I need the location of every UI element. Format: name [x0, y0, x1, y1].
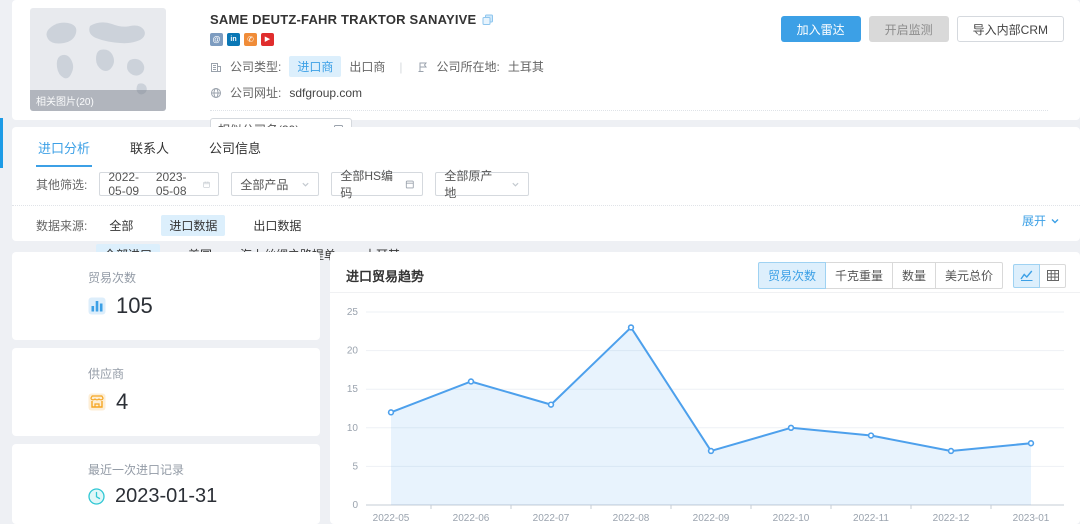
expand-label: 展开 [1022, 212, 1046, 229]
analysis-card: 进口分析 联系人 公司信息 其他筛选: 2022-05-09 2023-05-0… [12, 127, 1080, 241]
source-option-import[interactable]: 进口数据 [161, 215, 225, 236]
location-label: 公司所在地: [437, 58, 500, 75]
trend-chart-card: 进口贸易趋势 贸易次数 千克重量 数量 美元总价 0 5 10 15 20 25 2022-… [330, 252, 1080, 524]
dotted-divider [12, 205, 1080, 206]
window-icon [405, 179, 415, 190]
line-chart-icon [1020, 270, 1033, 281]
stat-value: 2023-01-31 [115, 485, 217, 508]
product-select[interactable]: 全部产品 [231, 172, 319, 196]
metric-trade-count-button[interactable]: 贸易次数 [758, 262, 826, 289]
calendar-icon [203, 179, 210, 190]
svg-text:2022-10: 2022-10 [773, 513, 810, 524]
svg-text:15: 15 [347, 384, 359, 395]
origin-select[interactable]: 全部原产地 [435, 172, 529, 196]
flag-icon [417, 61, 429, 73]
chevron-down-icon [1050, 216, 1060, 226]
shop-icon [88, 393, 106, 411]
metric-weight-button[interactable]: 千克重量 [825, 262, 893, 289]
table-icon [1047, 270, 1059, 281]
chevron-down-icon [301, 180, 310, 189]
stat-value: 105 [116, 293, 153, 319]
svg-text:2022-11: 2022-11 [853, 513, 889, 524]
chevron-down-icon [511, 180, 520, 189]
filter-row: 其他筛选: 2022-05-09 2023-05-08 全部产品 全部HS编码 … [12, 172, 1080, 196]
stat-card-last-import: 最近一次进口记录 2023-01-31 [12, 444, 320, 524]
type-importer-tag[interactable]: 进口商 [289, 56, 341, 77]
hs-code-select[interactable]: 全部HS编码 [331, 172, 423, 196]
tab-contacts[interactable]: 联系人 [128, 127, 171, 167]
svg-text:2022-05: 2022-05 [373, 513, 410, 524]
website-label: 公司网址: [230, 84, 281, 101]
data-source-row: 数据来源: 全部 进口数据 出口数据 [12, 215, 1080, 236]
company-name: SAME DEUTZ-FAHR TRAKTOR SANAYIVE [210, 12, 476, 27]
type-exporter-tag[interactable]: 出口商 [349, 58, 385, 75]
svg-text:2022-12: 2022-12 [933, 513, 970, 524]
origin-select-value: 全部原产地 [444, 167, 503, 201]
svg-text:2023-01: 2023-01 [1013, 513, 1050, 524]
stat-label: 贸易次数 [88, 269, 320, 286]
data-source-label: 数据来源: [36, 217, 87, 234]
svg-text:10: 10 [347, 423, 359, 434]
date-start: 2022-05-09 [108, 170, 147, 198]
tab-bar: 进口分析 联系人 公司信息 [12, 127, 1080, 167]
metric-usd-total-button[interactable]: 美元总价 [935, 262, 1003, 289]
metric-button-group: 贸易次数 千克重量 数量 美元总价 [758, 262, 1003, 289]
page: 相关图片(20) SAME DEUTZ-FAHR TRAKTOR SANAYIV… [0, 0, 1080, 524]
linkedin-icon[interactable]: in [227, 33, 240, 46]
expand-toggle[interactable]: 展开 [1022, 212, 1060, 229]
header-actions: 加入雷达 开启监测 导入内部CRM [781, 16, 1064, 42]
svg-text:0: 0 [352, 500, 358, 511]
start-monitor-button[interactable]: 开启监测 [869, 16, 949, 42]
svg-text:20: 20 [347, 346, 359, 357]
svg-text:25: 25 [347, 307, 359, 318]
trend-area-chart[interactable]: 0 5 10 15 20 25 2022-05 2022-06 2022-07 2022-08 20… [330, 298, 1080, 524]
source-option-export[interactable]: 出口数据 [253, 217, 301, 234]
svg-text:2022-07: 2022-07 [533, 513, 570, 524]
metric-quantity-button[interactable]: 数量 [892, 262, 936, 289]
stat-card-suppliers: 供应商 4 [12, 348, 320, 436]
company-type-label: 公司类型: [230, 58, 281, 75]
email-icon[interactable]: @ [210, 33, 223, 46]
related-images-label[interactable]: 相关图片(20) [30, 90, 166, 111]
clock-icon [88, 488, 105, 505]
divider: | [399, 60, 402, 74]
phone-icon[interactable]: ✆ [244, 33, 257, 46]
stat-label: 最近一次进口记录 [88, 461, 320, 478]
filter-label: 其他筛选: [36, 176, 87, 193]
stat-value: 4 [116, 389, 128, 415]
date-range-picker[interactable]: 2022-05-09 2023-05-08 [99, 172, 219, 196]
globe-icon [210, 87, 222, 99]
location-value: 土耳其 [508, 58, 544, 75]
chart-controls: 贸易次数 千克重量 数量 美元总价 [758, 262, 1066, 289]
building-icon [210, 61, 222, 73]
bar-chart-icon [88, 297, 106, 315]
svg-text:2022-09: 2022-09 [693, 513, 730, 524]
line-chart-view-button[interactable] [1013, 264, 1040, 288]
chart-title: 进口贸易趋势 [346, 266, 424, 285]
svg-text:5: 5 [352, 461, 358, 472]
source-option-all[interactable]: 全部 [109, 217, 133, 234]
svg-text:2022-08: 2022-08 [613, 513, 650, 524]
product-select-value: 全部产品 [240, 176, 288, 193]
view-toggle-group [1013, 264, 1066, 288]
tab-company-info[interactable]: 公司信息 [207, 127, 263, 167]
youtube-icon[interactable]: ▶ [261, 33, 274, 46]
svg-text:2022-06: 2022-06 [453, 513, 490, 524]
dashed-divider [210, 110, 1048, 111]
stat-label: 供应商 [88, 365, 320, 382]
stat-card-trade-count: 贸易次数 105 [12, 252, 320, 340]
left-scroll-indicator [0, 118, 3, 168]
company-header-card: 相关图片(20) SAME DEUTZ-FAHR TRAKTOR SANAYIV… [12, 0, 1080, 120]
add-radar-button[interactable]: 加入雷达 [781, 16, 861, 42]
date-end: 2023-05-08 [156, 170, 195, 198]
table-view-button[interactable] [1039, 264, 1066, 288]
copy-icon[interactable] [482, 14, 494, 26]
import-crm-button[interactable]: 导入内部CRM [957, 16, 1064, 42]
website-value[interactable]: sdfgroup.com [289, 86, 362, 100]
chart-header-divider [330, 292, 1080, 293]
company-photo[interactable]: 相关图片(20) [30, 8, 166, 111]
hs-code-value: 全部HS编码 [340, 167, 396, 201]
tab-import-analysis[interactable]: 进口分析 [36, 127, 92, 167]
